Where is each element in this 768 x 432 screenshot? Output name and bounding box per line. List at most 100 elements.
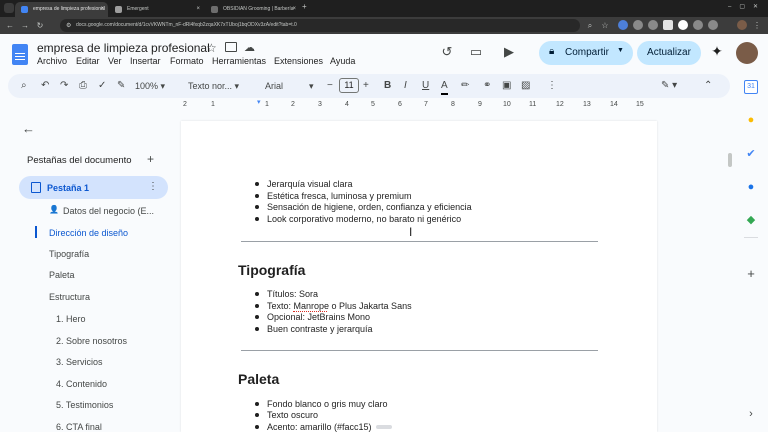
close-tab-icon[interactable]: ×	[292, 2, 296, 17]
style-select[interactable]: Texto nor... ▾	[188, 79, 239, 93]
zoom-select[interactable]: 100% ▾	[135, 79, 165, 93]
cloud-status-icon[interactable]: ☁	[244, 41, 255, 54]
search-menus-icon[interactable]: ⌕	[21, 79, 27, 93]
outline-item[interactable]: 2. Sobre nosotros	[56, 336, 127, 346]
outline-item[interactable]: 6. CTA final	[56, 422, 102, 432]
italic-button[interactable]: I	[404, 79, 407, 93]
scrollbar-thumb[interactable]	[728, 153, 732, 167]
menu-archivo[interactable]: Archivo	[37, 56, 67, 66]
menu-ver[interactable]: Ver	[108, 56, 122, 66]
extensions-puzzle-icon[interactable]	[693, 20, 703, 30]
star-icon[interactable]: ☆	[206, 41, 217, 55]
extension-icon[interactable]	[633, 20, 643, 30]
contacts-icon[interactable]: ●	[744, 180, 758, 194]
browser-menu-dots-icon[interactable]: ⋮	[752, 19, 762, 32]
add-tab-button[interactable]: +	[147, 152, 154, 166]
document-title[interactable]: empresa de limpieza profesional	[37, 41, 210, 55]
share-dropdown-icon[interactable]: ▼	[617, 47, 624, 54]
list-item: Jerarquía visual clara	[267, 179, 353, 189]
extension-icon[interactable]	[663, 20, 673, 30]
highlight-icon[interactable]: ✏	[461, 79, 469, 93]
search-icon[interactable]: ⌕	[585, 19, 595, 32]
bullet	[255, 194, 259, 198]
browser-tab-emergent[interactable]: Emergent ×	[109, 2, 204, 17]
link-icon[interactable]: ⚭	[483, 79, 491, 93]
horizontal-rule	[241, 241, 598, 242]
update-button[interactable]: Actualizar	[637, 41, 701, 65]
more-options-icon[interactable]: ⋮	[547, 79, 557, 93]
close-tab-icon[interactable]: ×	[100, 2, 104, 17]
tab-options-icon[interactable]: ⋮	[148, 181, 158, 192]
calendar-icon[interactable]: 31	[744, 80, 758, 94]
list-item: Texto: Manrope o Plus Jakarta Sans	[267, 301, 412, 311]
outline-item[interactable]: Tipografía	[49, 249, 89, 259]
editing-mode-icon[interactable]: ✎ ▾	[661, 79, 677, 93]
outline-item[interactable]: Paleta	[49, 270, 75, 280]
menu-editar[interactable]: Editar	[76, 56, 100, 66]
tab-pestana-1[interactable]	[19, 176, 168, 199]
profile-avatar[interactable]	[737, 20, 747, 30]
close-tab-icon[interactable]: ×	[196, 2, 200, 17]
underline-button[interactable]: U	[422, 79, 429, 93]
bookmark-star-icon[interactable]: ☆	[600, 19, 610, 32]
menu-extensiones[interactable]: Extensiones	[274, 56, 323, 66]
increase-font-icon[interactable]: +	[363, 79, 369, 93]
expand-panel-icon[interactable]: ›	[744, 407, 758, 421]
close-outline-icon[interactable]: ←	[22, 121, 35, 136]
site-info-icon[interactable]: ⚙	[66, 22, 71, 29]
font-select[interactable]: Arial ▾	[265, 79, 314, 93]
outline-item[interactable]: Datos del negocio (E...	[63, 206, 154, 216]
insert-image-icon[interactable]: ▨	[521, 79, 530, 93]
menu-insertar[interactable]: Insertar	[130, 56, 161, 66]
list-item: Sensación de higiene, orden, confianza y…	[267, 202, 472, 212]
paint-format-icon[interactable]: ✎	[117, 79, 125, 93]
extension-icon[interactable]	[648, 20, 658, 30]
bold-button[interactable]: B	[384, 79, 391, 93]
indent-marker-icon[interactable]: ▾	[257, 98, 261, 106]
text-color-button[interactable]: A	[441, 79, 448, 95]
new-tab-button[interactable]: +	[302, 2, 307, 11]
meet-icon[interactable]: ▶	[500, 44, 518, 60]
maps-icon[interactable]: ◆	[744, 213, 758, 227]
tasks-icon[interactable]: ✔	[744, 147, 758, 161]
window-controls[interactable]: –▢✕	[728, 3, 766, 10]
heading-paleta: Paleta	[238, 371, 280, 387]
redo-icon[interactable]: ↷	[60, 79, 68, 93]
print-icon[interactable]: ⎙	[79, 79, 87, 93]
font-size-input[interactable]: 11	[339, 78, 359, 93]
outline-item[interactable]: 4. Contenido	[56, 379, 107, 389]
browser-tab-docs[interactable]: empresa de limpieza profesional ×	[15, 2, 108, 17]
browser-tab-obsidian[interactable]: OBSIDIAN Grooming | Barbería ×	[205, 2, 300, 17]
gemini-icon[interactable]: ✦	[708, 43, 726, 60]
outline-item[interactable]: Estructura	[49, 292, 90, 302]
menu-herramientas[interactable]: Herramientas	[212, 56, 266, 66]
undo-icon[interactable]: ↶	[41, 79, 49, 93]
add-comment-icon[interactable]: ▣	[502, 79, 511, 93]
menu-ayuda[interactable]: Ayuda	[330, 56, 355, 66]
extension-icon[interactable]	[618, 20, 628, 30]
menu-formato[interactable]: Formato	[170, 56, 204, 66]
browser-menu-icon[interactable]	[4, 3, 14, 13]
outline-item[interactable]: 1. Hero	[56, 314, 86, 324]
get-addons-icon[interactable]: +	[744, 267, 758, 281]
side-panel-icon[interactable]	[708, 20, 718, 30]
text-cursor-icon: I	[409, 225, 413, 239]
decrease-font-icon[interactable]: −	[327, 79, 333, 93]
docs-logo-icon[interactable]	[12, 44, 28, 65]
outline-item[interactable]: Dirección de diseño	[49, 228, 128, 238]
avatar[interactable]	[736, 42, 758, 64]
reload-icon[interactable]: ↻	[35, 19, 45, 32]
comments-icon[interactable]: ▭	[467, 44, 485, 60]
collapse-menus-icon[interactable]: ⌃	[704, 79, 712, 93]
ruler[interactable]: ▾ 2 1 1 2 3 4 5 6 7 8 9 10 11 12 13 14 1…	[181, 99, 657, 112]
extension-icon[interactable]	[678, 20, 688, 30]
forward-icon[interactable]: →	[20, 19, 30, 32]
move-folder-icon[interactable]	[225, 42, 237, 52]
back-icon[interactable]: ←	[5, 19, 15, 32]
outline-item[interactable]: 5. Testimonios	[56, 400, 113, 410]
outline-item[interactable]: 3. Servicios	[56, 357, 103, 367]
address-bar[interactable]: docs.google.com/document/d/1cvVKWNTm_nF-…	[60, 19, 580, 32]
history-icon[interactable]: ↺	[438, 44, 456, 60]
spellcheck-icon[interactable]: ✓	[98, 79, 106, 93]
keep-icon[interactable]: ●	[744, 113, 758, 127]
